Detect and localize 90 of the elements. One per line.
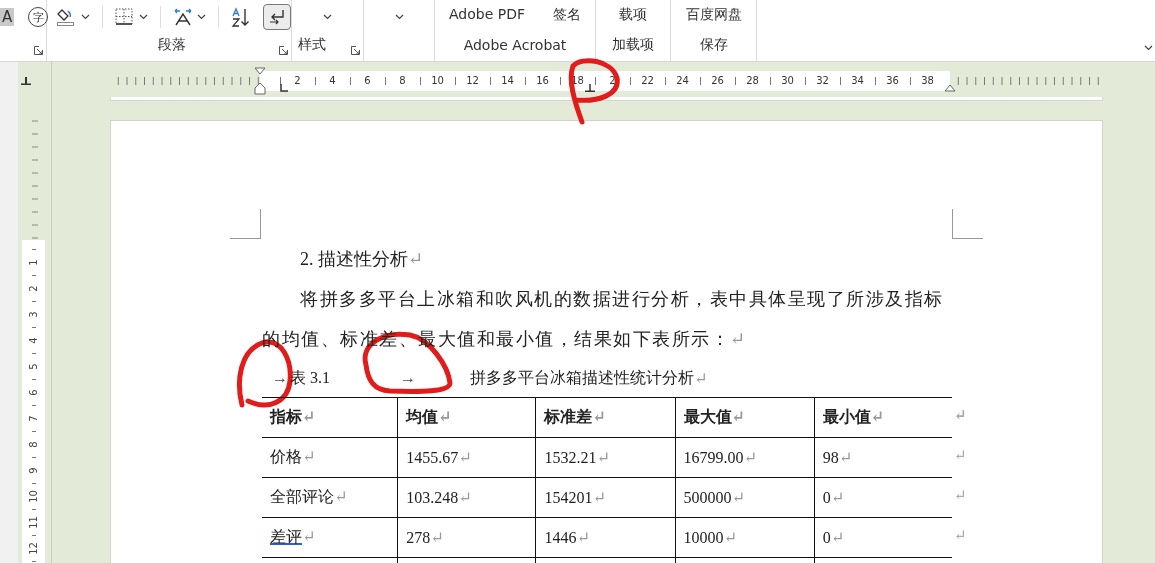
ruler-number: 38 <box>910 71 945 91</box>
paragraph-mark: ↵ <box>830 489 845 506</box>
group-label: 加载项 <box>612 35 654 54</box>
ruler-number: 6 <box>350 71 385 91</box>
ribbon-button[interactable]: 载项 <box>619 6 647 22</box>
paragraph-mark: ↵ <box>743 449 757 466</box>
ruler-number: 7 <box>28 414 39 422</box>
ruler-number: 2 <box>280 71 315 91</box>
ruler-number: 26 <box>700 71 735 91</box>
paragraph-mark: ↵ <box>596 449 610 466</box>
ruler-number: 10 <box>420 71 455 91</box>
paragraph-mark: ↵ <box>302 528 316 545</box>
row-end-mark: ↵ <box>953 445 967 464</box>
ruler-number: 3 <box>28 310 39 318</box>
paragraph-mark: ↵ <box>731 489 745 506</box>
group-label: 样式 <box>298 35 326 54</box>
table-cell: 1532.21 <box>544 449 597 466</box>
ribbon-button[interactable]: 签名 <box>553 6 581 22</box>
paragraph-mark: ↵ <box>576 529 590 546</box>
paragraph-mark: ↵ <box>430 529 444 546</box>
ruler-number: 9 <box>28 466 39 474</box>
paragraph-mark: ↵ <box>334 488 348 505</box>
ruler-number: 8 <box>28 440 39 448</box>
paragraph-mark: ↵ <box>592 408 606 425</box>
ribbon-button[interactable]: 百度网盘 <box>685 6 742 22</box>
paragraph-mark: ↵ <box>302 448 316 465</box>
table-cell: 16799.00 <box>683 449 744 466</box>
paragraph-mark: ↵ <box>408 249 424 269</box>
paragraph-mark: ↵ <box>723 529 737 546</box>
ruler-number: 24 <box>665 71 700 91</box>
ruler-number: 8 <box>385 71 420 91</box>
group-label: 段落 <box>158 35 186 54</box>
table-cell: 价格 <box>270 448 302 465</box>
ruler-number: 14 <box>490 71 525 91</box>
table-cell: 103.248 <box>406 489 459 506</box>
ruler-number: 12 <box>28 541 39 555</box>
paragraph-mark: ↵ <box>438 408 452 425</box>
caption-title: 拼多多平台冰箱描述性统计分析 <box>470 367 694 388</box>
table-cell: 500000 <box>683 489 732 506</box>
ruler-number: 6 <box>28 388 39 396</box>
ruler-number: 11 <box>28 515 39 529</box>
column-header: 标准差 <box>544 408 593 425</box>
table-cell: 差评 <box>270 528 302 545</box>
table-cell: 10000 <box>683 529 724 546</box>
table-cell: 154201 <box>544 489 593 506</box>
table-cell: 1455.67 <box>406 449 459 466</box>
paragraph-mark: ↵ <box>458 489 472 506</box>
column-header: 最小值 <box>822 408 871 425</box>
ruler-number: 34 <box>840 71 875 91</box>
table-cell: 1446 <box>544 529 577 546</box>
table-cell: 0 <box>822 529 831 546</box>
row-end-mark: ↵ <box>953 405 967 424</box>
table-cell: 278 <box>406 529 431 546</box>
table-cell: 0 <box>822 489 831 506</box>
paragraph-mark: ↵ <box>694 368 708 388</box>
heading: 2. 描述性分析 <box>300 249 408 269</box>
paragraph-mark: ↵ <box>838 449 853 466</box>
ruler-number: 30 <box>770 71 805 91</box>
paragraph-mark: ↵ <box>458 449 472 466</box>
paragraph-mark: ↵ <box>592 489 606 506</box>
ruler-number: 10 <box>28 489 39 503</box>
group-label: Adobe Acrobat <box>463 36 567 53</box>
tab-mark: → <box>271 369 289 387</box>
paragraph-mark: ↵ <box>731 408 745 425</box>
ruler-number: 4 <box>28 336 39 344</box>
ruler-number: 2 <box>595 71 630 91</box>
row-end-mark: ↵ <box>953 525 967 544</box>
group-label: 保存 <box>699 35 728 54</box>
table-cell: 98 <box>822 449 839 466</box>
ruler-number: 28 <box>735 71 770 91</box>
ruler-number: 4 <box>315 71 350 91</box>
tab-mark: → <box>400 369 417 387</box>
table-cell: 全部评论 <box>270 488 334 505</box>
ruler-number: 36 <box>875 71 910 91</box>
row-end-mark: ↵ <box>953 485 967 504</box>
ruler-number: 16 <box>525 71 560 91</box>
paragraph-mark: ↵ <box>870 408 885 425</box>
font-color-button[interactable]: A <box>0 8 15 26</box>
column-header: 均值 <box>406 408 439 425</box>
ruler-number: 1 <box>28 258 39 266</box>
ruler-number: 22 <box>630 71 665 91</box>
ruler-number: 12 <box>455 71 490 91</box>
paragraph-mark: ↵ <box>302 408 316 425</box>
ruler-number: 32 <box>805 71 840 91</box>
ruler-number: 2 <box>28 284 39 292</box>
column-header: 最大值 <box>683 408 732 425</box>
paragraph-mark: ↵ <box>830 529 845 546</box>
ribbon-button[interactable]: Adobe PDF <box>449 6 525 22</box>
ruler-number: 5 <box>28 362 39 370</box>
column-header: 指标 <box>270 408 302 425</box>
